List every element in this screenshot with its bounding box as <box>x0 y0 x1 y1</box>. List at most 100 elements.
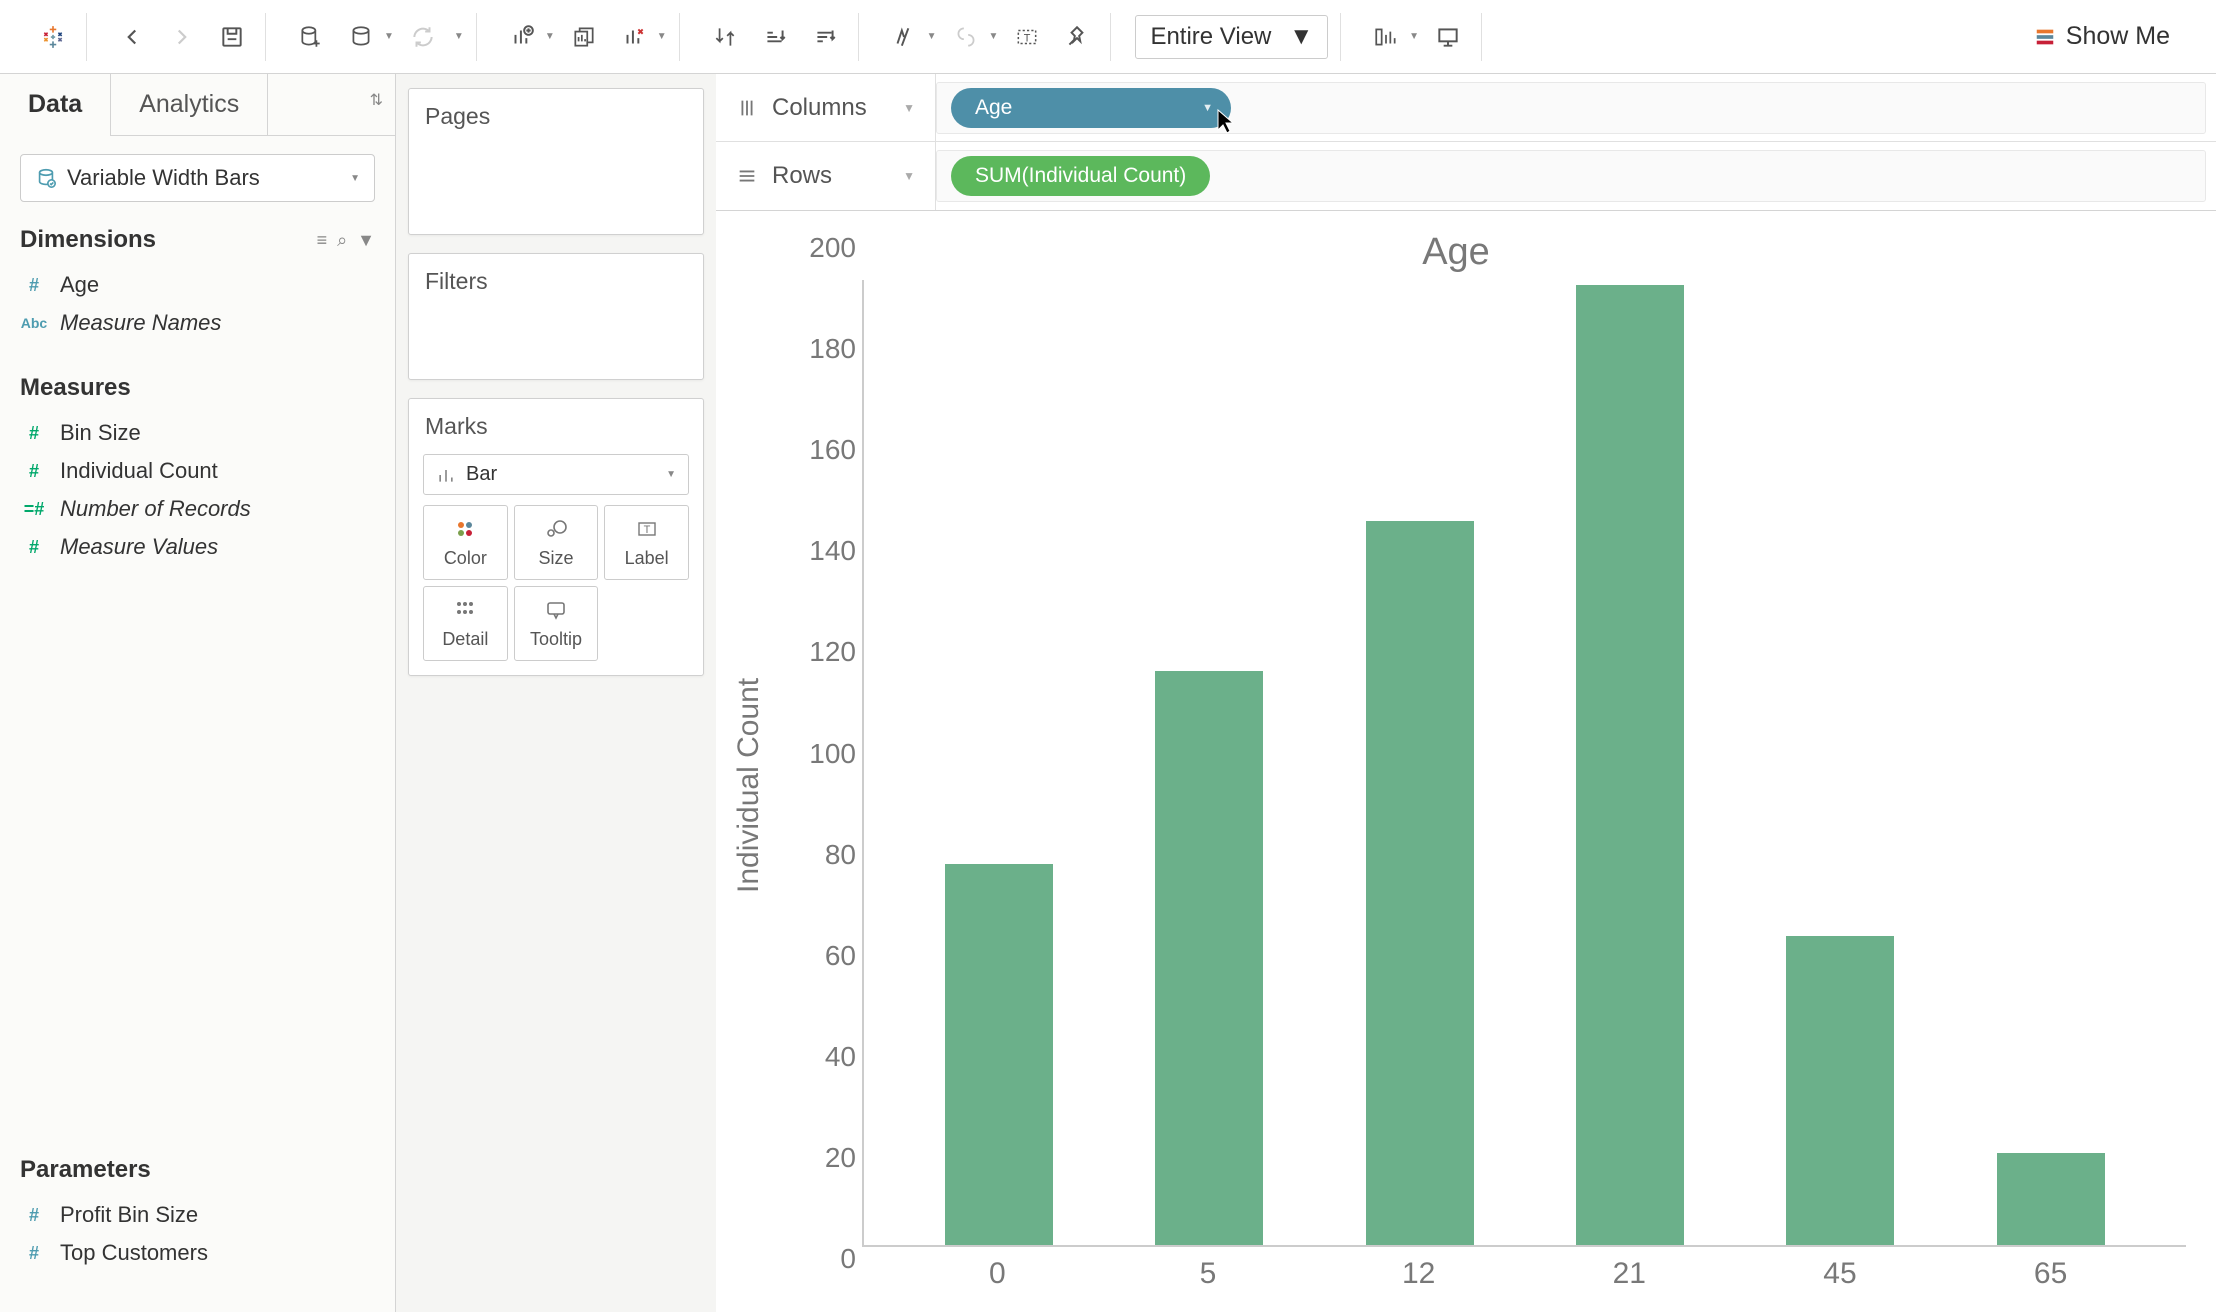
sort-asc-icon[interactable] <box>754 16 796 58</box>
color-icon <box>453 516 477 542</box>
highlight-icon[interactable] <box>883 16 925 58</box>
measures-list: # Bin Size # Individual Count =# Number … <box>0 410 395 586</box>
sort-desc-icon[interactable] <box>804 16 846 58</box>
mark-tooltip-button[interactable]: Tooltip <box>514 586 599 661</box>
chevron-down-icon: ▼ <box>666 469 676 480</box>
measure-field[interactable]: # Bin Size <box>0 414 395 452</box>
chevron-down-icon[interactable]: ▼ <box>454 31 464 42</box>
dimensions-list: # Age Abc Measure Names <box>0 262 395 362</box>
measures-header: Measures <box>20 374 375 402</box>
tab-data[interactable]: Data <box>0 74 111 135</box>
dimension-field[interactable]: Abc Measure Names <box>0 304 395 342</box>
chevron-down-icon[interactable]: ▼ <box>657 31 667 42</box>
bar[interactable] <box>1786 936 1894 1245</box>
mark-size-button[interactable]: Size <box>514 505 599 580</box>
y-tick: 100 <box>778 738 856 770</box>
list-view-icon[interactable]: ≡ <box>317 230 328 251</box>
chevron-down-icon[interactable]: ▼ <box>903 101 915 115</box>
data-source-label: Variable Width Bars <box>67 165 338 191</box>
columns-shelf[interactable]: Columns ▼ Age ▼ <box>716 74 2216 142</box>
x-tick: 21 <box>1575 1257 1683 1291</box>
bar[interactable] <box>1366 521 1474 1245</box>
measure-field[interactable]: # Measure Values <box>0 528 395 566</box>
tab-sort-icon[interactable]: ⇅ <box>358 74 395 135</box>
mark-type-selector[interactable]: Bar ▼ <box>423 454 689 495</box>
back-icon[interactable] <box>111 16 153 58</box>
chevron-down-icon[interactable]: ▼ <box>903 169 915 183</box>
save-icon[interactable] <box>211 16 253 58</box>
mark-color-button[interactable]: Color <box>423 505 508 580</box>
tableau-logo-icon[interactable] <box>32 16 74 58</box>
pin-icon[interactable] <box>1056 16 1098 58</box>
chevron-down-icon[interactable]: ▼ <box>384 31 394 42</box>
hash-icon: # <box>20 1205 48 1226</box>
clear-sheet-icon[interactable] <box>613 16 655 58</box>
y-tick: 80 <box>778 839 856 871</box>
pages-card-header: Pages <box>409 89 703 144</box>
tab-analytics[interactable]: Analytics <box>111 74 268 135</box>
columns-shelf-label: Columns <box>772 94 867 122</box>
rows-shelf[interactable]: Rows ▼ SUM(Individual Count) <box>716 142 2216 210</box>
mark-size-label: Size <box>538 548 573 569</box>
columns-icon <box>736 97 758 119</box>
data-sidebar: Data Analytics ⇅ Variable Width Bars ▼ D… <box>0 74 396 1312</box>
calc-hash-icon: =# <box>20 499 48 520</box>
filters-card[interactable]: Filters <box>408 253 704 380</box>
dimension-field[interactable]: # Age <box>0 266 395 304</box>
bar[interactable] <box>945 864 1053 1245</box>
show-me-label: Show Me <box>2066 22 2170 51</box>
rows-pill[interactable]: SUM(Individual Count) <box>951 156 1210 196</box>
parameter-field[interactable]: # Profit Bin Size <box>0 1196 395 1234</box>
new-worksheet-icon[interactable] <box>501 16 543 58</box>
data-source-selector[interactable]: Variable Width Bars ▼ <box>20 154 375 202</box>
chevron-down-icon: ▼ <box>1289 23 1313 51</box>
mark-label-button[interactable]: T Label <box>604 505 689 580</box>
mark-detail-button[interactable]: Detail <box>423 586 508 661</box>
parameter-field[interactable]: # Top Customers <box>0 1234 395 1272</box>
show-cards-icon[interactable] <box>1365 16 1407 58</box>
show-me-button[interactable]: Show Me <box>2020 22 2184 51</box>
marks-card: Marks Bar ▼ Color Size <box>408 398 704 676</box>
pages-card[interactable]: Pages <box>408 88 704 235</box>
chevron-down-icon[interactable]: ▼ <box>545 31 555 42</box>
dimensions-header: Dimensions <box>20 226 317 254</box>
forward-icon[interactable] <box>161 16 203 58</box>
mark-tooltip-label: Tooltip <box>530 629 582 650</box>
parameters-header: Parameters <box>20 1156 375 1184</box>
fit-selector[interactable]: Entire View ▼ <box>1135 15 1328 59</box>
parameters-list: # Profit Bin Size # Top Customers <box>0 1192 395 1312</box>
y-axis-ticks: 020406080100120140160180200 <box>778 280 856 1291</box>
chevron-down-icon[interactable]: ▼ <box>989 31 999 42</box>
presentation-icon[interactable] <box>1427 16 1469 58</box>
field-label: Top Customers <box>60 1240 208 1266</box>
chevron-down-icon[interactable]: ▼ <box>357 230 375 251</box>
fit-selector-label: Entire View <box>1150 23 1271 51</box>
bar[interactable] <box>1997 1153 2105 1245</box>
refresh-icon[interactable] <box>402 16 444 58</box>
chart-bars <box>864 280 2186 1245</box>
columns-pill[interactable]: Age ▼ <box>951 88 1231 128</box>
bar[interactable] <box>1576 285 1684 1245</box>
measure-field[interactable]: =# Number of Records <box>0 490 395 528</box>
bar[interactable] <box>1155 671 1263 1245</box>
new-datasource-icon[interactable] <box>290 16 332 58</box>
field-label: Profit Bin Size <box>60 1202 198 1228</box>
labels-icon[interactable]: T <box>1006 16 1048 58</box>
group-icon[interactable] <box>945 16 987 58</box>
search-icon[interactable]: ⌕ <box>337 230 347 251</box>
measure-field[interactable]: # Individual Count <box>0 452 395 490</box>
swap-icon[interactable] <box>704 16 746 58</box>
y-tick: 20 <box>778 1142 856 1174</box>
mark-detail-label: Detail <box>442 629 488 650</box>
y-tick: 0 <box>778 1243 856 1275</box>
label-icon: T <box>635 516 659 542</box>
pause-datasource-icon[interactable] <box>340 16 382 58</box>
duplicate-sheet-icon[interactable] <box>563 16 605 58</box>
chevron-down-icon[interactable]: ▼ <box>1409 31 1419 42</box>
chevron-down-icon[interactable]: ▼ <box>927 31 937 42</box>
pill-label: Age <box>975 96 1012 120</box>
filters-card-header: Filters <box>409 254 703 309</box>
x-axis-ticks: 0512214565 <box>862 1247 2186 1291</box>
y-axis-label: Individual Count <box>726 280 772 1291</box>
field-label: Measure Names <box>60 310 221 336</box>
